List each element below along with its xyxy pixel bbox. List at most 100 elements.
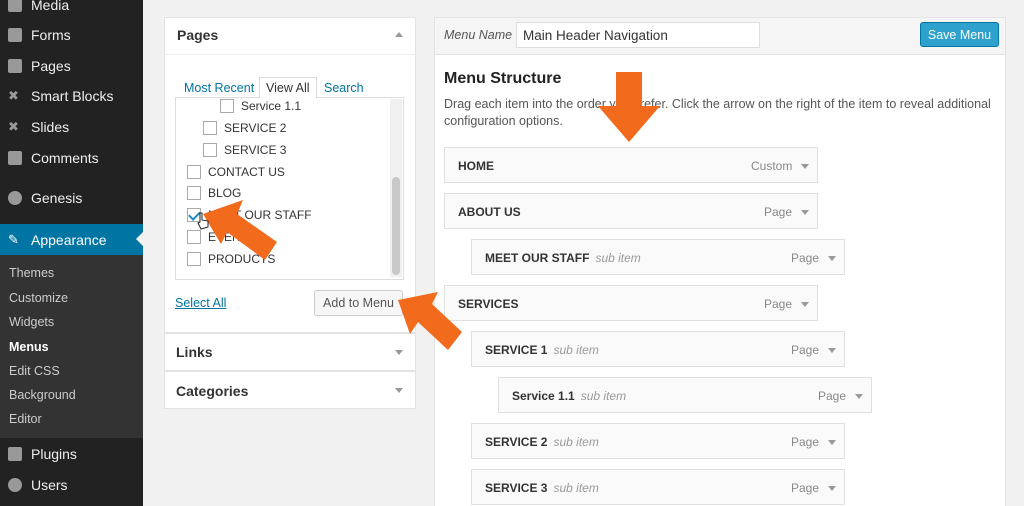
checkbox[interactable] <box>203 143 217 157</box>
sidebar-item-label: Appearance <box>31 231 107 248</box>
menu-item-sub: sub item <box>553 481 599 495</box>
menu-item[interactable]: SERVICE 1 sub item Page <box>471 331 845 367</box>
menu-item-sub: sub item <box>580 389 627 403</box>
categories-panel-title[interactable]: Categories <box>176 383 248 399</box>
sidebar-item-appearance[interactable]: ✎ Appearance <box>0 224 143 255</box>
menu-item-type: Page <box>764 297 793 311</box>
menu-item-title: HOME <box>458 159 494 173</box>
menu-item-title-text: SERVICE 2 <box>485 435 548 449</box>
sidebar-item-label: Smart Blocks <box>31 88 114 104</box>
admin-sidebar: Media Forms Pages ✖ Smart Blocks ✖ Slide… <box>0 0 143 506</box>
item-expand-icon[interactable] <box>828 348 836 353</box>
sidebar-item-label: Users <box>31 477 68 493</box>
expand-down-icon[interactable] <box>395 388 403 393</box>
sidebar-item-media[interactable]: Media <box>0 0 143 20</box>
checkbox[interactable] <box>187 252 201 266</box>
sidebar-item-label: Slides <box>31 119 70 135</box>
sidebar-item-plugins[interactable]: Plugins <box>0 439 143 469</box>
menu-item-type: Page <box>791 343 820 357</box>
sidebar-item-smart-blocks[interactable]: ✖ Smart Blocks <box>0 81 143 111</box>
pages-panel-title[interactable]: Pages <box>177 27 218 43</box>
menu-item[interactable]: ABOUT US Page <box>444 193 818 229</box>
collapse-up-icon[interactable] <box>395 32 403 37</box>
pin-icon: ✖ <box>8 119 19 134</box>
panel-divider <box>164 54 416 55</box>
checkbox[interactable] <box>220 99 234 113</box>
list-item-label: SERVICE 3 <box>224 143 287 157</box>
pages-icon <box>8 59 22 73</box>
menu-item-title: SERVICE 1 sub item <box>485 343 599 357</box>
sidebar-item-label: Plugins <box>31 446 77 462</box>
menu-name-input[interactable] <box>516 22 760 48</box>
menu-structure-title: Menu Structure <box>444 70 562 87</box>
menu-item[interactable]: Service 1.1 sub item Page <box>498 377 872 413</box>
list-item[interactable]: CONTACT US <box>187 165 285 179</box>
tab-search[interactable]: Search <box>324 81 364 95</box>
submenu-edit-css[interactable]: Edit CSS <box>9 364 60 378</box>
item-expand-icon[interactable] <box>828 486 836 491</box>
genesis-icon <box>8 191 22 205</box>
item-expand-icon[interactable] <box>801 210 809 215</box>
add-to-menu-button[interactable]: Add to Menu <box>314 290 403 316</box>
menu-item[interactable]: SERVICE 2 sub item Page <box>471 423 845 459</box>
menu-item-type: Custom <box>751 159 793 173</box>
sidebar-item-label: Forms <box>31 27 71 43</box>
item-expand-icon[interactable] <box>828 440 836 445</box>
menu-item[interactable]: SERVICES Page <box>444 285 818 321</box>
submenu-editor[interactable]: Editor <box>9 412 42 426</box>
menu-item[interactable]: MEET OUR STAFF sub item Page <box>471 239 845 275</box>
sidebar-item-genesis[interactable]: Genesis <box>0 183 143 213</box>
submenu-menus[interactable]: Menus <box>9 340 49 354</box>
comments-icon <box>8 151 22 165</box>
menu-item-sub: sub item <box>553 435 599 449</box>
arrow-down-icon <box>596 72 662 144</box>
arrow-pointer-icon <box>203 200 279 264</box>
item-expand-icon[interactable] <box>828 256 836 261</box>
arrow-pointer-icon <box>398 288 464 354</box>
menu-structure-description: Drag each item into the order you prefer… <box>444 97 991 128</box>
cursor-icon <box>196 212 210 235</box>
save-menu-button[interactable]: Save Menu <box>920 22 999 47</box>
list-item[interactable]: BLOG <box>187 186 241 200</box>
tab-most-recent[interactable]: Most Recent <box>184 81 254 95</box>
sidebar-item-pages[interactable]: Pages <box>0 51 143 81</box>
list-item-label: Service 1.1 <box>241 99 302 113</box>
menu-item-type: Page <box>791 251 820 265</box>
menu-item[interactable]: HOME Custom <box>444 147 818 183</box>
sidebar-item-users[interactable]: Users <box>0 470 143 500</box>
item-expand-icon[interactable] <box>855 394 863 399</box>
sidebar-item-comments[interactable]: Comments <box>0 143 143 173</box>
checklist-scrollbar[interactable] <box>390 99 402 277</box>
list-item[interactable]: Service 1.1 <box>220 99 301 113</box>
item-expand-icon[interactable] <box>801 164 809 169</box>
submenu-widgets[interactable]: Widgets <box>9 315 54 329</box>
sidebar-item-forms[interactable]: Forms <box>0 20 143 50</box>
menu-item-type: Page <box>791 435 820 449</box>
menu-item-sub: sub item <box>595 251 641 265</box>
sidebar-item-slides[interactable]: ✖ Slides <box>0 112 143 142</box>
menu-item-type: Page <box>764 205 793 219</box>
menu-item-title-text: MEET OUR STAFF <box>485 251 590 265</box>
plugins-icon <box>8 447 22 461</box>
sidebar-item-label: Genesis <box>31 190 83 206</box>
links-panel-title[interactable]: Links <box>176 344 213 360</box>
list-item[interactable]: SERVICE 2 <box>203 121 286 135</box>
submenu-background[interactable]: Background <box>9 388 76 402</box>
appearance-icon: ✎ <box>8 231 19 247</box>
menu-item-title-text: SERVICE 3 <box>485 481 548 495</box>
menu-item[interactable]: SERVICE 3 sub item Page <box>471 469 845 505</box>
submenu-themes[interactable]: Themes <box>9 266 54 280</box>
checkbox[interactable] <box>187 186 201 200</box>
appearance-submenu: Themes Customize Widgets Menus Edit CSS … <box>0 255 143 438</box>
scroll-thumb[interactable] <box>392 177 400 275</box>
menu-item-title-text: Service 1.1 <box>512 389 575 403</box>
checkbox[interactable] <box>203 121 217 135</box>
submenu-customize[interactable]: Customize <box>9 291 68 305</box>
item-expand-icon[interactable] <box>801 302 809 307</box>
tab-view-all[interactable]: View All <box>259 77 317 99</box>
pin-icon: ✖ <box>8 88 19 103</box>
media-icon <box>8 0 22 12</box>
select-all-link[interactable]: Select All <box>175 296 226 310</box>
checkbox[interactable] <box>187 165 201 179</box>
list-item[interactable]: SERVICE 3 <box>203 143 286 157</box>
